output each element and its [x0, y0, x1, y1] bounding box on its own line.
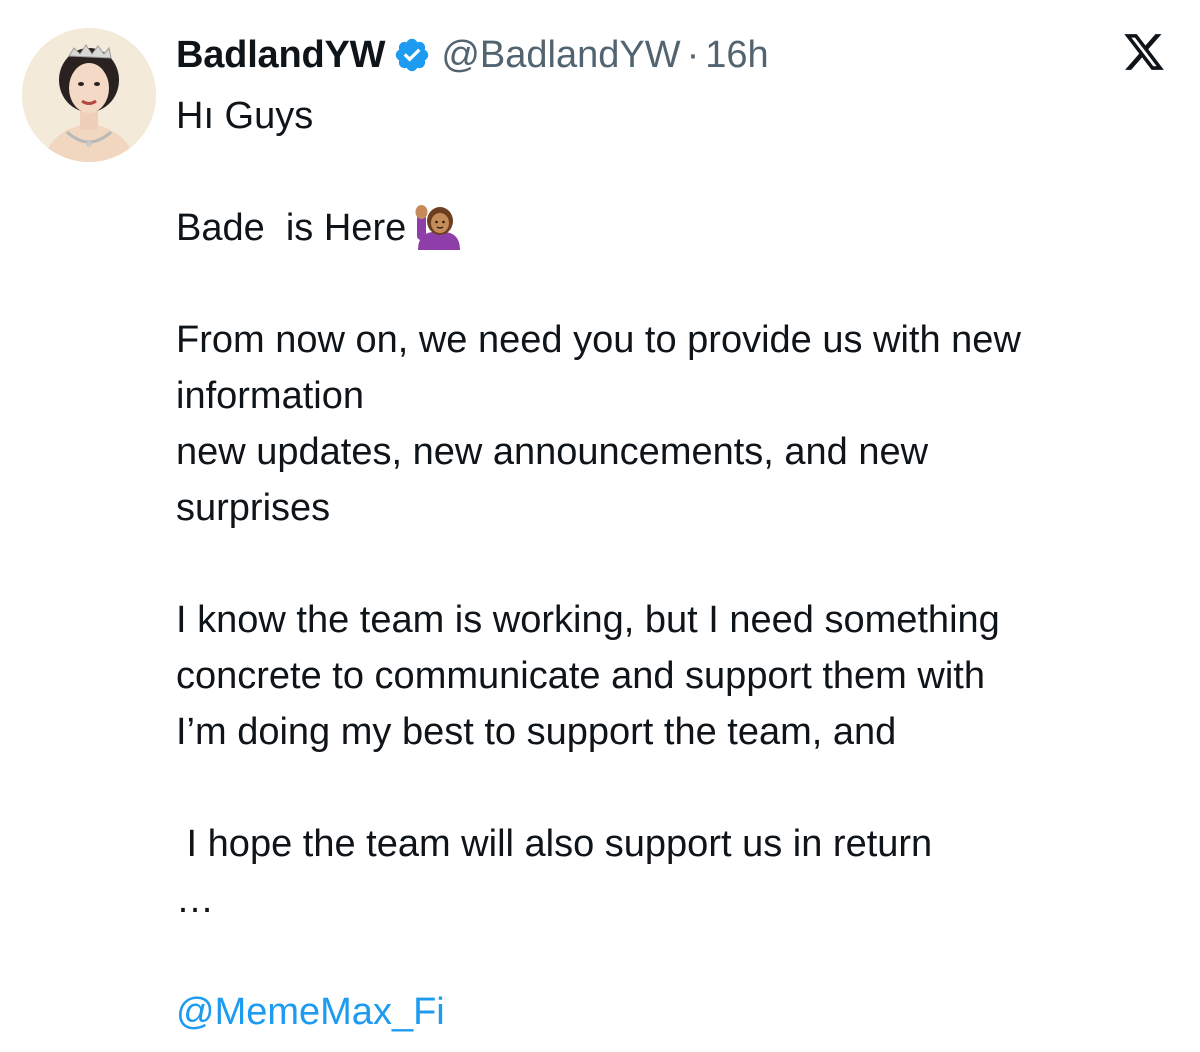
tweet-line: Bade is Here [176, 207, 407, 249]
x-logo-icon[interactable] [1118, 30, 1170, 74]
tweet-line: concrete to communicate and support them… [176, 655, 985, 697]
handle[interactable]: @BadlandYW [441, 34, 680, 77]
timestamp[interactable]: 16h [705, 34, 768, 77]
tweet-line: surprises [176, 487, 331, 529]
tweet-line: Hı Guys [176, 95, 314, 137]
tweet-line-with-emoji: Bade is Here [176, 200, 1166, 256]
mention-link[interactable]: @MemeMax_Fi [176, 984, 1166, 1040]
tweet-line: From now on, we need you to provide us w… [176, 319, 1021, 361]
person-raising-hand-emoji [415, 205, 461, 250]
verified-badge-icon [396, 38, 429, 72]
tweet-line: I’m doing my best to support the team, a… [176, 711, 897, 753]
tweet-line: information [176, 375, 364, 417]
tweet-line: I hope the team will also support us in … [176, 823, 933, 865]
tweet-text: Hı Guys Bade is Here From now on, we nee… [176, 88, 1166, 1040]
tweet-line: I know the team is working, but I need s… [176, 599, 1000, 641]
display-name[interactable]: BadlandYW [176, 34, 386, 77]
tweet-ellipsis: … [176, 879, 214, 921]
avatar-portrait [22, 28, 156, 162]
separator-dot: · [686, 33, 700, 76]
avatar[interactable] [22, 28, 156, 162]
tweet-line: new updates, new announcements, and new [176, 431, 929, 473]
tweet-header: BadlandYW @BadlandYW · 16h [176, 28, 769, 82]
